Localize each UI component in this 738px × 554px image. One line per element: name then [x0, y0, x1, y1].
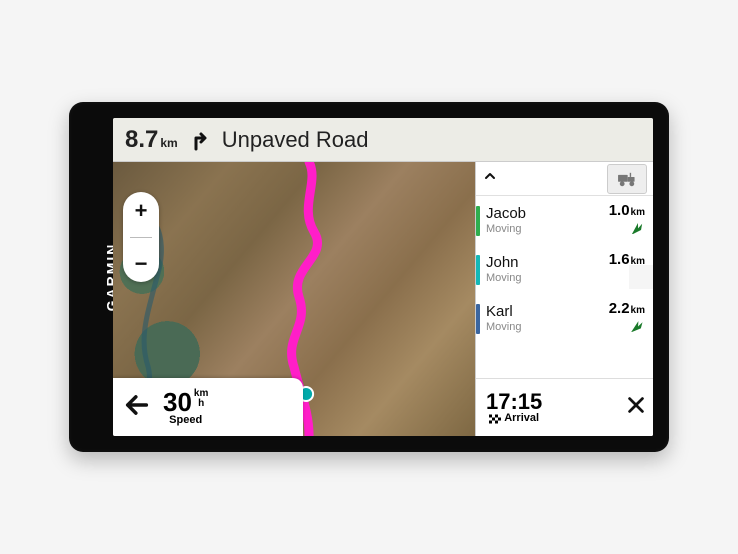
rider-name: John	[486, 255, 521, 272]
zoom-out-button[interactable]: −	[135, 253, 148, 275]
rider-status: Moving	[486, 272, 521, 284]
close-button[interactable]	[625, 394, 647, 421]
rider-row[interactable]: JohnMoving 1.6km	[476, 245, 653, 294]
rider-name: Karl	[486, 304, 521, 321]
road-name: Unpaved Road	[222, 127, 369, 153]
arrival-readout[interactable]: 17:15 Arrival	[486, 391, 542, 424]
back-button[interactable]	[123, 391, 151, 424]
rider-row[interactable]: JacobMoving 1.0km	[476, 196, 653, 245]
gps-device-bezel: GARMIN 8.7 km Unpaved Road	[69, 102, 669, 452]
chevron-up-icon[interactable]	[482, 168, 498, 189]
device-shadow	[89, 492, 649, 510]
map-view[interactable]: + − 30	[113, 162, 475, 436]
device-screen: 8.7 km Unpaved Road	[113, 118, 653, 436]
bottom-right-panel: 17:15 Arrival	[476, 378, 653, 436]
bearing-arrow-icon	[627, 221, 645, 239]
turn-right-icon	[188, 128, 212, 152]
side-panel: JacobMoving1.0kmJohnMoving1.6kmKarlMovin…	[475, 162, 653, 436]
rider-row[interactable]: KarlMoving 2.2km	[476, 294, 653, 343]
rider-status: Moving	[486, 321, 521, 333]
zoom-control: + −	[123, 192, 159, 282]
rider-distance: 1.6km	[609, 251, 645, 268]
rider-stripe	[476, 304, 480, 334]
speed-label: Speed	[169, 415, 202, 426]
rider-stripe	[476, 255, 480, 285]
next-turn-distance: 8.7 km	[125, 126, 178, 154]
checkered-flag-icon	[489, 414, 501, 424]
speed-unit: km h	[194, 389, 208, 409]
rider-name: Jacob	[486, 206, 526, 223]
panel-header	[476, 162, 653, 196]
speed-readout[interactable]: 30 km h Speed	[163, 389, 208, 426]
rider-stripe	[476, 206, 480, 236]
bearing-arrow-icon	[627, 319, 645, 337]
distance-value: 8.7	[125, 126, 158, 154]
offroad-vehicle-icon	[616, 169, 638, 189]
bearing-arrow-icon	[627, 270, 645, 288]
arrival-label: Arrival	[489, 413, 539, 424]
rider-status: Moving	[486, 223, 526, 235]
rider-distance: 1.0km	[609, 202, 645, 219]
vehicle-mode-tile[interactable]	[607, 164, 647, 194]
bottom-left-panel: 30 km h Speed	[113, 378, 303, 436]
zoom-divider	[130, 237, 152, 238]
content-area: + − 30	[113, 162, 653, 436]
arrival-time: 17:15	[486, 391, 542, 413]
rider-distance: 2.2km	[609, 300, 645, 317]
distance-unit: km	[160, 136, 177, 150]
riders-list: JacobMoving1.0kmJohnMoving1.6kmKarlMovin…	[476, 196, 653, 378]
zoom-in-button[interactable]: +	[135, 200, 148, 222]
navigation-top-bar[interactable]: 8.7 km Unpaved Road	[113, 118, 653, 162]
speed-value: 30	[163, 389, 192, 415]
